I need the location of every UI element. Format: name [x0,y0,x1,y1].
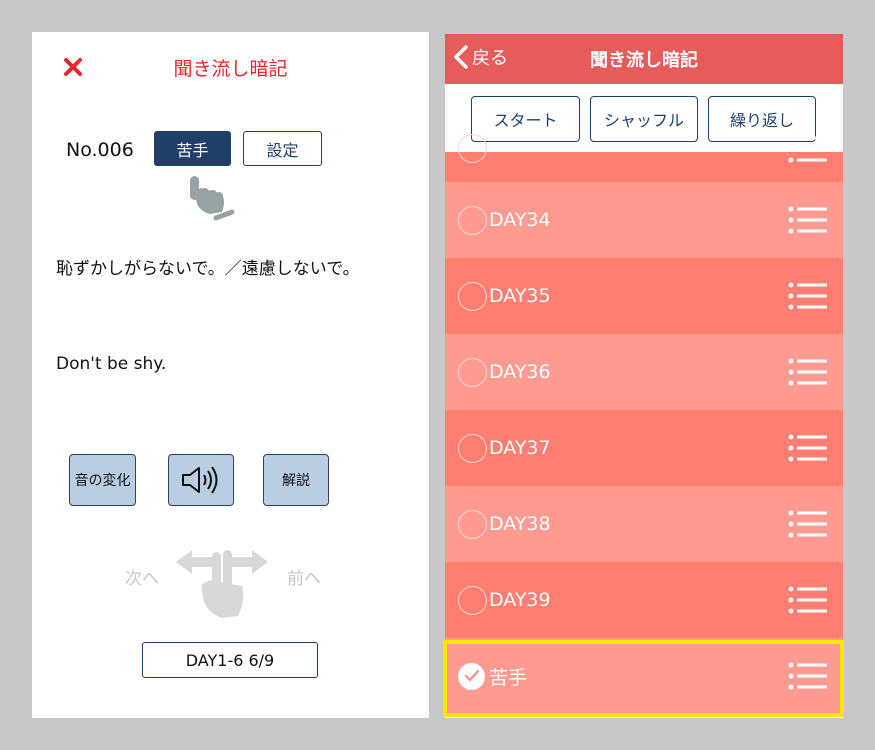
list-item-label: DAY35 [489,285,551,307]
english-sentence: Don't be shy. [56,354,167,374]
list-item[interactable]: DAY34 [445,182,843,258]
list-item-partial[interactable] [445,134,843,182]
explanation-button[interactable]: 解説 [263,454,329,506]
tap-hand-icon [190,176,235,221]
list-item[interactable]: DAY38 [445,486,843,562]
progress-indicator: DAY1-6 6/9 [142,642,318,678]
radio-unchecked-icon[interactable] [458,357,487,387]
list-menu-icon[interactable] [787,509,827,539]
shuffle-button[interactable]: シャッフル [590,96,698,142]
radio-unchecked-icon[interactable] [458,433,487,463]
swipe-hand-icon [176,550,268,618]
right-panel: 戻る 聞き流し暗記 スタート シャッフル 繰り返し DAY34 DAY35 DA… [445,34,843,718]
list-item-label: DAY34 [489,209,551,231]
list-menu-icon[interactable] [787,281,827,311]
list-menu-icon[interactable] [787,433,827,463]
list-title: 聞き流し暗記 [590,50,698,71]
list-item-label: DAY38 [489,513,551,535]
radio-unchecked-icon[interactable] [458,281,487,311]
list-item-label: DAY37 [489,437,551,459]
list-item-weak[interactable]: 苦手 [445,638,843,714]
list-item-label: DAY36 [489,361,551,383]
list-menu-icon[interactable] [787,357,827,387]
list-item[interactable]: DAY39 [445,562,843,638]
list-item[interactable]: DAY36 [445,334,843,410]
checkmark-icon[interactable] [458,662,485,690]
left-panel: 聞き流し暗記 No.006 苦手 設定 恥ずかしがらないで。／遠慮しないで。 D… [32,32,429,718]
list-item[interactable]: DAY35 [445,258,843,334]
list-menu-icon[interactable] [787,134,827,164]
list-item-label: DAY39 [489,589,551,611]
list-item-label: 苦手 [489,666,528,689]
list-menu-icon[interactable] [787,585,827,615]
page-title: 聞き流し暗記 [173,58,288,80]
sound-change-button[interactable]: 音の変化 [69,454,136,506]
radio-unchecked-icon[interactable] [458,585,487,615]
list-menu-icon[interactable] [787,661,827,691]
list-item[interactable]: DAY37 [445,410,843,486]
swipe-prev-label: 前へ [287,569,321,589]
swipe-next-label: 次へ [125,569,159,589]
radio-unchecked-icon[interactable] [458,509,487,539]
radio-unchecked-icon[interactable] [458,205,487,235]
list-menu-icon[interactable] [787,205,827,235]
speaker-icon [182,466,218,494]
japanese-sentence: 恥ずかしがらないで。／遠慮しないで。 [56,259,360,279]
item-number: No.006 [66,139,134,161]
weak-button[interactable]: 苦手 [154,131,231,166]
header-bar: 戻る 聞き流し暗記 [445,34,843,84]
radio-unchecked-icon[interactable] [458,134,487,163]
settings-button[interactable]: 設定 [243,131,322,166]
play-audio-button[interactable] [168,454,234,506]
toolbar: スタート シャッフル 繰り返し [445,84,843,152]
start-button[interactable]: スタート [471,96,580,142]
